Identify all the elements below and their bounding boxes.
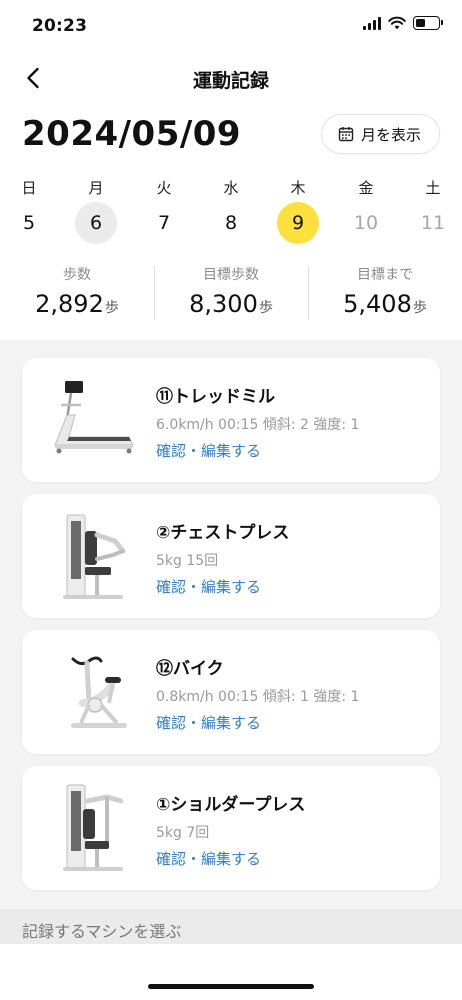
current-date: 2024/05/09 [22, 114, 242, 154]
record-card-chest-press[interactable]: ②チェストプレス 5kg 15回 確認・編集する [22, 494, 440, 618]
weekday-label: 日 [21, 179, 37, 197]
weekday-label: 火 [156, 179, 172, 197]
weekday-thu[interactable]: 木 9 [276, 176, 320, 244]
stat-value: 2,892 [35, 290, 104, 318]
stat-unit: 歩 [104, 300, 119, 316]
weekday-label: 土 [425, 179, 441, 197]
stat-unit: 歩 [412, 300, 427, 316]
week-strip: 日 5 月 6 火 7 水 8 木 9 金 10 土 11 [0, 176, 462, 250]
stat-label: 歩数 [63, 267, 91, 283]
stat-value-wrap: 5,408歩 [308, 290, 462, 318]
record-detail: 5kg 15回 [156, 553, 219, 569]
record-detail: 5kg 7回 [156, 825, 210, 841]
stat-remaining: 目標まで 5,408歩 [308, 264, 462, 328]
weekday-tue[interactable]: 火 7 [142, 176, 186, 244]
page-title: 運動記録 [192, 70, 269, 92]
weekday-sat: 土 11 [411, 176, 455, 244]
weekday-label: 月 [88, 179, 104, 197]
shoulder-press-icon [40, 780, 150, 876]
nav-bar: 運動記録 [0, 52, 462, 104]
record-card-shoulder-press[interactable]: ①ショルダープレス 5kg 7回 確認・編集する [22, 766, 440, 890]
stat-value-wrap: 2,892歩 [0, 290, 154, 318]
record-detail: 6.0km/h 00:15 傾斜: 2 強度: 1 [156, 417, 360, 433]
stat-label: 目標まで [357, 267, 413, 283]
step-stats: 歩数 2,892歩 目標歩数 8,300歩 目標まで 5,408歩 [0, 264, 462, 328]
record-card-treadmill[interactable]: ⑪トレッドミル 6.0km/h 00:15 傾斜: 2 強度: 1 確認・編集す… [22, 358, 440, 482]
weekday-date: 6 [75, 202, 117, 244]
confirm-edit-link[interactable]: 確認・編集する [156, 440, 261, 461]
stat-goal-steps: 目標歩数 8,300歩 [154, 264, 308, 328]
stat-label: 目標歩数 [203, 267, 259, 283]
stat-steps: 歩数 2,892歩 [0, 264, 154, 328]
record-detail: 0.8km/h 00:15 傾斜: 1 強度: 1 [156, 689, 360, 705]
wifi-icon [388, 16, 406, 30]
calendar-icon [338, 127, 354, 142]
record-title: ⑪トレッドミル [156, 387, 275, 407]
stat-value: 5,408 [343, 290, 412, 318]
status-icons [363, 16, 443, 30]
status-time: 20:23 [32, 16, 88, 36]
weekday-label: 水 [223, 179, 239, 197]
weekday-mon[interactable]: 月 6 [74, 176, 118, 244]
stat-value: 8,300 [189, 290, 258, 318]
weekday-date: 10 [353, 212, 379, 234]
weekday-date: 11 [420, 212, 446, 234]
weekday-label: 木 [290, 179, 306, 197]
stat-unit: 歩 [258, 300, 273, 316]
select-machine-bar[interactable]: 記録するマシンを選ぶ [0, 910, 462, 944]
record-title: ②チェストプレス [156, 523, 290, 543]
status-bar: 20:23 [0, 0, 462, 52]
weekday-wed[interactable]: 水 8 [209, 176, 253, 244]
bike-icon [40, 644, 150, 740]
show-month-button[interactable]: 月を表示 [320, 114, 440, 154]
weekday-date-selected: 9 [277, 202, 319, 244]
select-machine-label: 記録するマシンを選ぶ [22, 922, 182, 941]
confirm-edit-link[interactable]: 確認・編集する [156, 576, 261, 597]
record-title: ①ショルダープレス [156, 795, 306, 815]
record-title: ⑫バイク [156, 659, 224, 679]
treadmill-icon [40, 372, 150, 468]
stat-value-wrap: 8,300歩 [154, 290, 308, 318]
confirm-edit-link[interactable]: 確認・編集する [156, 712, 261, 733]
weekday-fri: 金 10 [344, 176, 388, 244]
record-card-bike[interactable]: ⑫バイク 0.8km/h 00:15 傾斜: 1 強度: 1 確認・編集する [22, 630, 440, 754]
weekday-date: 5 [22, 212, 36, 234]
home-indicator[interactable] [148, 984, 314, 989]
weekday-label: 金 [358, 179, 374, 197]
show-month-label: 月を表示 [360, 125, 421, 144]
weekday-date: 8 [224, 212, 238, 234]
cellular-signal-icon [363, 16, 381, 30]
date-row: 2024/05/09 月を表示 [0, 110, 462, 166]
weekday-date: 7 [157, 212, 171, 234]
confirm-edit-link[interactable]: 確認・編集する [156, 848, 261, 869]
record-list: ⑪トレッドミル 6.0km/h 00:15 傾斜: 2 強度: 1 確認・編集す… [0, 340, 462, 910]
weekday-sun[interactable]: 日 5 [7, 176, 51, 244]
battery-icon [413, 16, 443, 30]
chest-press-icon [40, 508, 150, 604]
